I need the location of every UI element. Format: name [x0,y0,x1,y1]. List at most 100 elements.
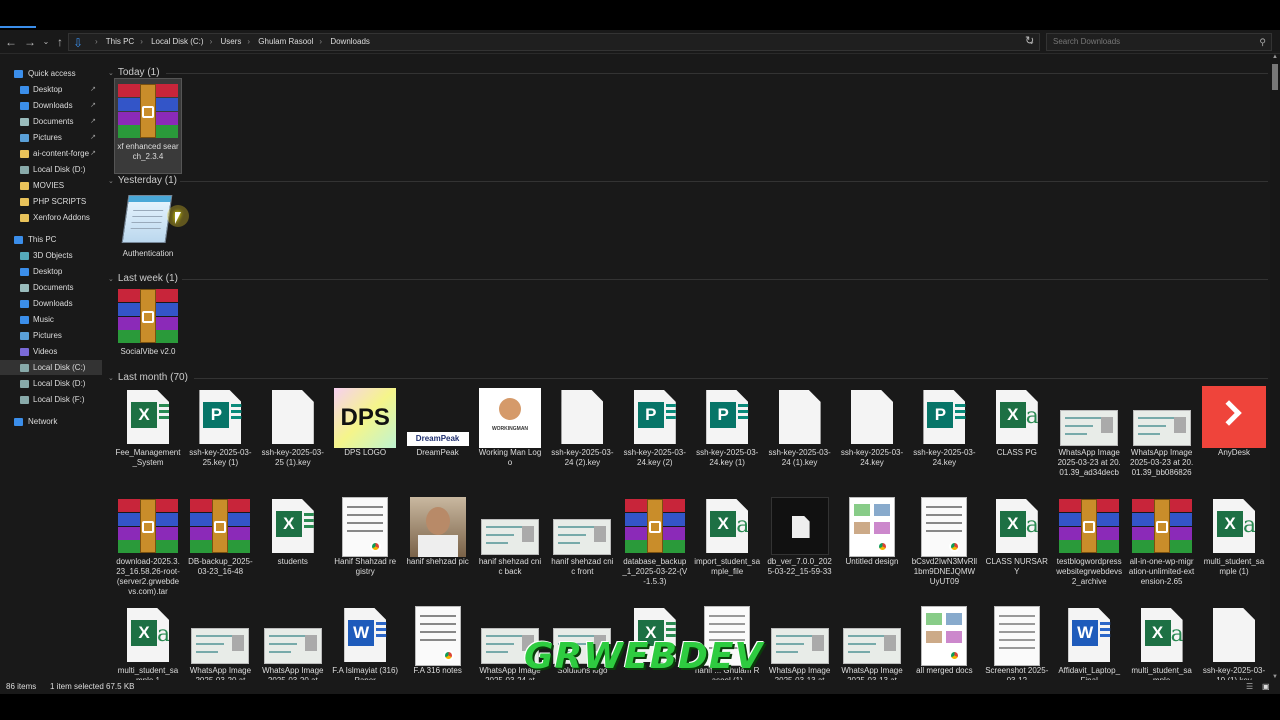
collapse-chevron-icon[interactable]: ⌄ [108,276,114,283]
publisher-file-icon: P [706,390,749,444]
file-item[interactable]: DB-backup_2025-03-23_16-48 [186,494,254,598]
group-header[interactable]: ⌄ Last month (70) [108,371,1268,385]
vertical-scrollbar[interactable]: ▲ ▼ [1270,54,1280,680]
file-item[interactable]: WhatsApp Image 2025-03-13 at [838,603,906,680]
file-item[interactable]: hanif shehzad cnic front [548,494,616,598]
file-item[interactable]: Xstudents [259,494,327,598]
collapse-chevron-icon[interactable]: ⌄ [108,178,114,185]
file-item[interactable]: all merged docs [910,603,978,680]
file-item[interactable]: Pssh-key-2025-03-24.key (1) [693,385,761,489]
breadcrumb-local-disk[interactable]: Local Disk (C:) [151,37,203,46]
file-item[interactable]: WORKINGMAN Working Man Logo [476,385,544,489]
file-thumbnail [479,497,541,557]
file-item[interactable]: hanif shehzad cnic back [476,494,544,598]
sidebar-item-ai-content-forge[interactable]: ai-content-forge ↗ [0,146,102,161]
large-icons-view-icon[interactable]: ▣ [1262,680,1270,694]
file-item[interactable]: Xa, import_student_sample_file [693,494,761,598]
sidebar-item-local-disk-f[interactable]: Local Disk (F:) [0,392,102,407]
file-item[interactable]: WhatsApp Image 2025-03-20 at [186,603,254,680]
scrollbar-thumb[interactable] [1272,64,1278,90]
up-arrow-icon[interactable]: ↑ [52,34,68,50]
file-item[interactable]: Hanif Shahzad registry [331,494,399,598]
sidebar-item-documents[interactable]: Documents ↗ [0,114,102,129]
file-item[interactable]: ssh-key-2025-03-24 (2).key [548,385,616,489]
sidebar-item-label: PHP SCRIPTS [33,197,87,206]
file-name: SocialVibe v2.0 [120,347,176,356]
sidebar-item-downloads[interactable]: Downloads ↗ [0,98,102,113]
folder-icon [20,182,29,190]
file-item[interactable]: X Fee_Management_System [114,385,182,489]
breadcrumb-this-pc[interactable]: This PC [106,37,134,46]
file-item[interactable]: database_backup_1_2025-03-22-(V-1.5.3) [621,494,689,598]
refresh-icon[interactable]: ↻ [1025,34,1034,47]
sidebar-item-local-disk-d[interactable]: Local Disk (D:) [0,376,102,391]
sidebar-item-network[interactable]: Network [0,414,102,429]
sidebar-item-quick-access[interactable]: Quick access [0,66,102,81]
pin-icon: ↗ [90,86,96,93]
breadcrumb-user[interactable]: Ghulam Rasool [258,37,313,46]
file-item[interactable]: Authentication [114,186,182,282]
sidebar-item-music[interactable]: Music [0,312,102,327]
desktop-icon [20,268,29,276]
file-item[interactable]: WhatsApp Image 2025-03-20 at [259,603,327,680]
file-item[interactable]: AnyDesk [1200,385,1268,489]
file-item[interactable]: Xa, CLASS NURSARY [983,494,1051,598]
file-item[interactable]: Pssh-key-2025-03-25.key (1) [186,385,254,489]
file-item[interactable]: ssh-key-2025-03-24 (1).key [766,385,834,489]
collapse-chevron-icon[interactable]: ⌄ [108,70,114,77]
file-item[interactable]: F.A 316 notes [404,603,472,680]
sidebar-item-pictures[interactable]: Pictures [0,328,102,343]
sidebar-item-this-pc[interactable]: This PC [0,232,102,247]
sidebar-item-movies[interactable]: MOVIES [0,178,102,193]
file-item[interactable]: Xa, multi_student_sample [1128,603,1196,680]
excel-file-icon: X [127,390,169,444]
collapse-chevron-icon[interactable]: ⌄ [108,375,114,382]
search-input[interactable]: Search Downloads ⚲ [1046,33,1272,51]
file-item[interactable]: Pssh-key-2025-03-24.key (2) [621,385,689,489]
file-item[interactable]: Xa, CLASS PG [983,385,1051,489]
file-item[interactable]: Untitled design [838,494,906,598]
file-item[interactable]: ssh-key-2025-03-10 (1).key [1200,603,1268,680]
sidebar-item-local-disk-d[interactable]: Local Disk (D:) [0,162,102,177]
pictures-icon [20,134,29,142]
file-item[interactable]: W Affidavit_Laptop_Final [1055,603,1123,680]
file-item[interactable]: bCsvd2IwN3MvRll1bm9DNEJQMWUyUT09 [910,494,978,598]
file-item[interactable]: WhatsApp Image 2025-03-23 at 20.01.39_ad… [1055,385,1123,489]
file-item[interactable]: DreamPeak DreamPeak [404,385,472,489]
file-item[interactable]: WhatsApp Image 2025-03-23 at 20.01.39_bb… [1128,385,1196,489]
breadcrumb-users[interactable]: Users [220,37,241,46]
file-item[interactable]: testblogwordpresswebsitegrwebdevs2_archi… [1055,494,1123,598]
sidebar-item-documents[interactable]: Documents [0,280,102,295]
sidebar-item-local-disk-c[interactable]: Local Disk (C:) [0,360,102,375]
sidebar-item-pictures[interactable]: Pictures ↗ [0,130,102,145]
file-item[interactable]: Xa, multi_student_sample (1) [1200,494,1268,598]
file-item[interactable]: download-2025.3.23_16.58.26-root-(server… [114,494,182,598]
file-item[interactable]: db_ver_7.0.0_2025-03-22_15-59-33 [766,494,834,598]
scroll-up-icon[interactable]: ▲ [1270,54,1280,60]
breadcrumb-downloads[interactable]: Downloads [330,37,370,46]
details-view-icon[interactable]: ☰ [1246,680,1253,694]
file-item[interactable]: Xa, multi_student_sample 1 [114,603,182,680]
sidebar-item-downloads[interactable]: Downloads [0,296,102,311]
back-arrow-icon[interactable]: ← [3,34,19,50]
file-item[interactable]: DPS DPS LOGO [331,385,399,489]
file-item[interactable]: xf enhanced search_2.3.4 [114,78,182,174]
forward-arrow-icon[interactable]: → [22,34,38,50]
file-item[interactable]: W F.A Islmayiat (316) Paper [331,603,399,680]
breadcrumb-separator-icon[interactable]: › [95,37,98,46]
sidebar-item-desktop[interactable]: Desktop ↗ [0,82,102,97]
file-item[interactable]: WhatsApp Image 2025-03-13 at [766,603,834,680]
file-item[interactable]: SocialVibe v2.0 [114,284,182,380]
file-item[interactable]: ssh-key-2025-03-24.key [838,385,906,489]
file-item[interactable]: Pssh-key-2025-03-24.key [910,385,978,489]
sidebar-item-3d-objects[interactable]: 3D Objects [0,248,102,263]
breadcrumb[interactable]: ⇩ › This PC › Local Disk (C:) › Users › Ghu… [68,33,1040,51]
sidebar-item-desktop[interactable]: Desktop [0,264,102,279]
file-item[interactable]: ssh-key-2025-03-25 (1).key [259,385,327,489]
file-item[interactable]: hanif shehzad pic [404,494,472,598]
sidebar-item-php-scripts[interactable]: PHP SCRIPTS [0,194,102,209]
file-item[interactable]: all-in-one-wp-migration-unlimited-extens… [1128,494,1196,598]
file-item[interactable]: Screenshot 2025-03-12 [983,603,1051,680]
sidebar-item-xenforo-addons[interactable]: Xenforo Addons [0,210,102,225]
sidebar-item-videos[interactable]: Videos [0,344,102,359]
